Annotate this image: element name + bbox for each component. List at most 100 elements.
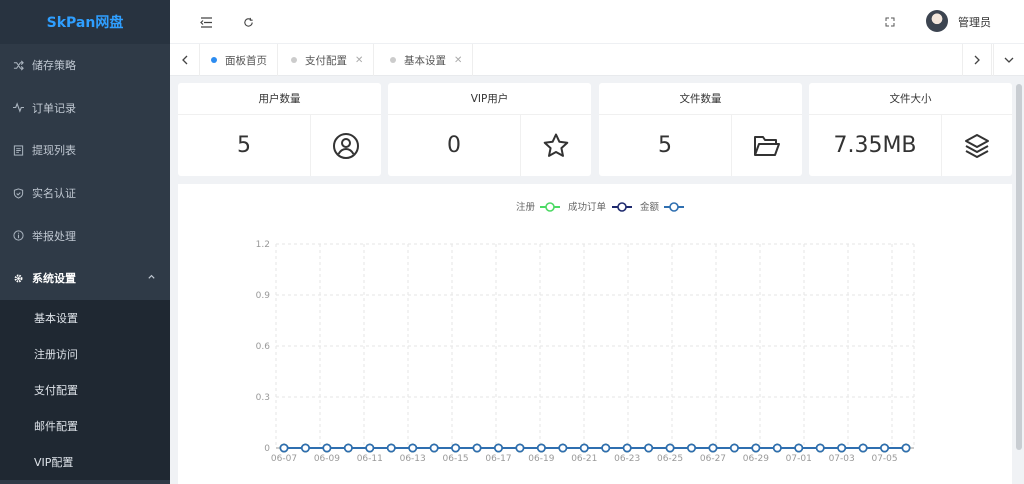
sidebar-item-reports[interactable]: 举报处理 <box>0 214 170 257</box>
data-point <box>429 443 439 453</box>
pulse-icon <box>12 102 24 114</box>
data-point <box>751 443 761 453</box>
sidebar-item-label: 实名认证 <box>32 187 76 201</box>
data-point <box>472 443 482 453</box>
sidebar-item-label: 举报处理 <box>32 229 76 243</box>
data-point <box>622 443 632 453</box>
chevron-right-icon[interactable] <box>962 44 992 76</box>
x-tick-label: 06-29 <box>743 454 769 464</box>
shield-check-icon <box>12 187 24 199</box>
app-logo[interactable]: SkPan网盘 <box>0 0 170 44</box>
tab-dashboard[interactable]: 面板首页 <box>201 44 278 76</box>
data-point <box>644 443 654 453</box>
data-point <box>279 443 289 453</box>
data-point <box>708 443 718 453</box>
x-tick-label: 06-11 <box>357 454 383 464</box>
legend-swatch-marker <box>617 202 627 212</box>
legend-label: 成功订单 <box>568 201 607 213</box>
tab-status-dot <box>390 57 396 63</box>
y-tick-label: 0.3 <box>256 393 270 403</box>
x-tick-label: 06-09 <box>314 454 340 464</box>
sidebar-item-storage-policy[interactable]: 储存策略 <box>0 44 170 87</box>
legend-swatch-marker <box>545 202 555 212</box>
data-point <box>515 443 525 453</box>
chevron-left-icon[interactable] <box>170 44 200 76</box>
sidebar-item-withdrawals[interactable]: 提现列表 <box>0 129 170 172</box>
info-circle-icon <box>12 230 24 242</box>
sidebar-item-label: 订单记录 <box>32 101 76 115</box>
y-tick-label: 0 <box>264 444 270 454</box>
gear-icon <box>12 272 24 284</box>
submenu-item-vip-config[interactable]: VIP配置 <box>0 444 170 480</box>
data-point <box>451 443 460 453</box>
data-point <box>687 443 696 453</box>
stat-card-value: 5 <box>599 115 732 176</box>
submenu-item-basic-settings[interactable]: 基本设置 <box>0 300 170 336</box>
tab-status-dot <box>211 57 217 63</box>
sidebar: SkPan网盘 储存策略 订单记录 提现列表 实名认证 举报处理 系统设置 基本… <box>0 0 170 484</box>
collapse-menu-icon[interactable] <box>196 12 216 32</box>
data-point <box>343 443 353 453</box>
x-tick-label: 06-17 <box>485 454 511 464</box>
submenu-item-mail-config[interactable]: 邮件配置 <box>0 408 170 444</box>
sidebar-item-system-settings[interactable]: 系统设置 <box>0 257 170 300</box>
top-header: 管理员 <box>170 0 1024 44</box>
x-tick-label: 06-07 <box>271 454 297 464</box>
avatar[interactable] <box>926 10 948 32</box>
chevron-up-icon <box>147 272 156 284</box>
x-tick-label: 06-23 <box>614 454 640 464</box>
close-icon[interactable]: ✕ <box>454 55 462 66</box>
tab-basic-settings[interactable]: 基本设置 ✕ <box>380 44 474 76</box>
layers-icon <box>942 115 1012 176</box>
data-point <box>386 443 396 453</box>
data-point <box>536 443 546 453</box>
x-tick-label: 06-21 <box>571 454 597 464</box>
data-point <box>665 443 675 453</box>
close-icon[interactable]: ✕ <box>355 55 363 66</box>
data-point <box>794 443 804 453</box>
folder-open-icon <box>732 115 802 176</box>
tab-payment-config[interactable]: 支付配置 ✕ <box>281 44 375 76</box>
list-icon <box>12 144 24 156</box>
submenu-system-settings: 基本设置 注册访问 支付配置 邮件配置 VIP配置 <box>0 299 170 480</box>
data-point <box>301 443 310 453</box>
line-chart: 0 0.3 0.6 0.9 1.2 06-07 06-09 06-11 06-13 06-15 06… <box>256 201 915 464</box>
tab-label: 支付配置 <box>305 54 347 67</box>
data-point <box>858 443 868 453</box>
sidebar-item-label: 提现列表 <box>32 144 76 158</box>
stat-card-file-size: 文件大小 7.35MB <box>809 83 1012 176</box>
data-point <box>365 443 375 453</box>
data-point <box>494 443 503 453</box>
data-point <box>772 443 782 453</box>
x-tick-label: 06-27 <box>700 454 726 464</box>
tab-bar: 面板首页 支付配置 ✕ 基本设置 ✕ <box>170 44 1024 76</box>
x-tick-label: 07-01 <box>786 454 812 464</box>
username[interactable]: 管理员 <box>958 14 991 30</box>
legend-label: 金额 <box>640 201 660 213</box>
sidebar-item-verification[interactable]: 实名认证 <box>0 172 170 215</box>
submenu-item-register-access[interactable]: 注册访问 <box>0 336 170 372</box>
data-point <box>408 443 418 453</box>
fullscreen-icon[interactable] <box>880 12 900 32</box>
shuffle-icon <box>12 59 24 71</box>
submenu-item-payment-config[interactable]: 支付配置 <box>0 372 170 408</box>
stat-card-title: 用户数量 <box>178 83 381 115</box>
legend-label: 注册 <box>516 201 536 213</box>
refresh-icon[interactable] <box>238 12 258 32</box>
stat-card-value: 5 <box>178 115 311 176</box>
stat-card-title: VIP用户 <box>388 83 591 115</box>
x-tick-label: 07-05 <box>871 454 897 464</box>
stat-card-value: 7.35MB <box>809 115 942 176</box>
legend-swatch-marker <box>669 202 679 212</box>
data-point <box>901 443 911 453</box>
x-tick-label: 06-13 <box>400 454 426 464</box>
sidebar-item-label: 系统设置 <box>32 272 76 286</box>
scrollbar[interactable] <box>1016 84 1022 450</box>
data-point <box>815 443 825 453</box>
y-tick-label: 1.2 <box>256 240 270 250</box>
x-tick-label: 07-03 <box>829 454 855 464</box>
data-point <box>880 443 889 453</box>
data-point <box>579 443 589 453</box>
chevron-down-icon[interactable] <box>993 44 1023 76</box>
sidebar-item-orders[interactable]: 订单记录 <box>0 87 170 130</box>
